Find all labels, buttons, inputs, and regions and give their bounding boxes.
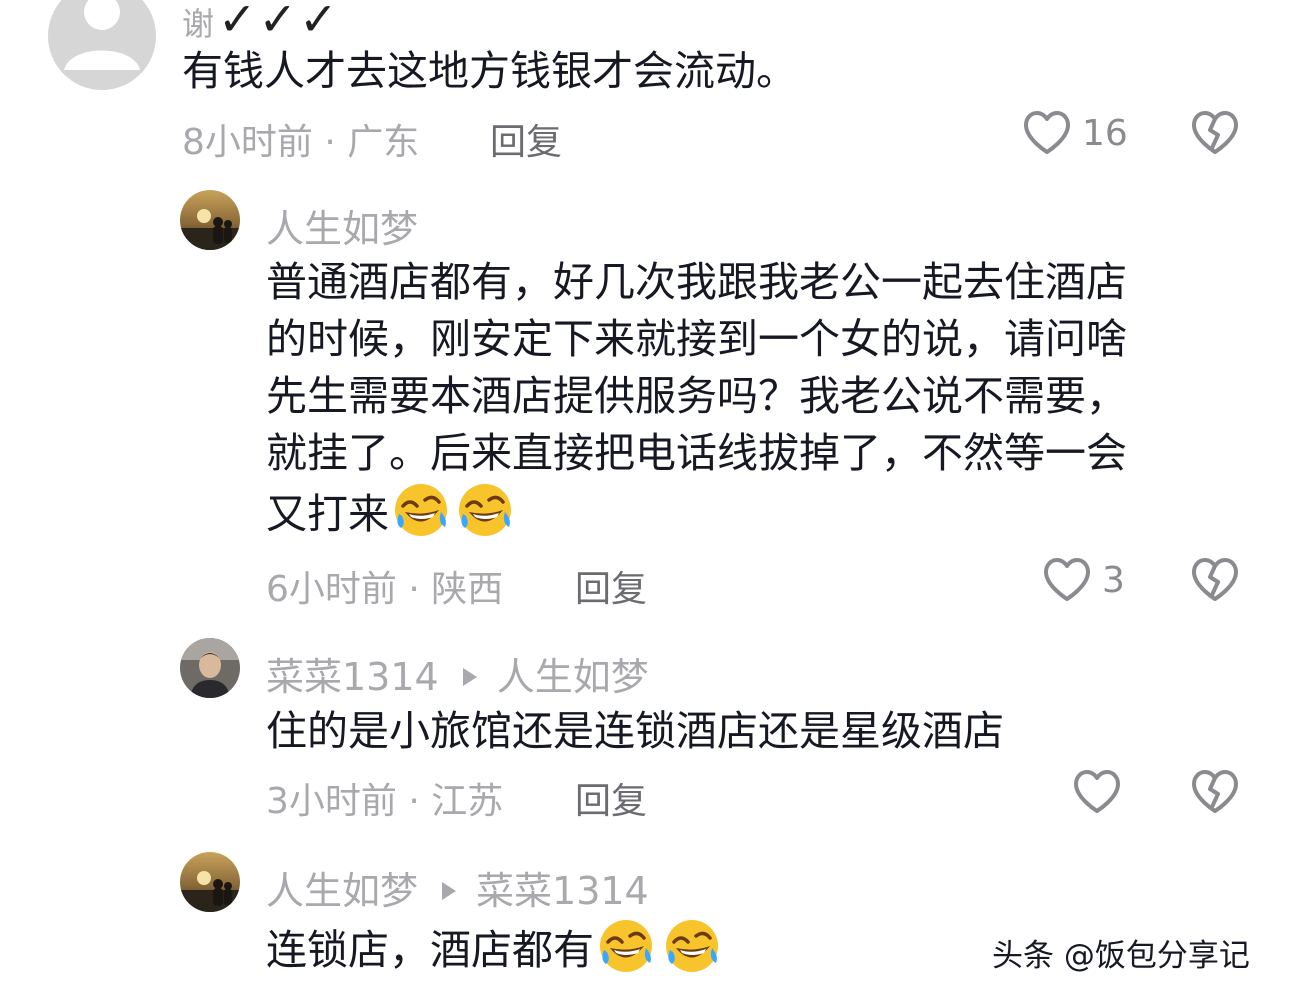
comment-line: 就挂了。后来直接把电话线拔掉了，不然等一会: [266, 429, 1127, 477]
comment-line: 普通酒店都有，好几次我跟我老公一起去住酒店: [266, 258, 1127, 306]
avatar[interactable]: [180, 852, 240, 912]
comment-text: 有钱人才去这地方钱银才会流动。: [182, 47, 797, 95]
heart-icon: [1024, 111, 1070, 154]
heart-icon: [1044, 558, 1090, 601]
rofl-emoji: [600, 920, 652, 972]
like-button[interactable]: 16: [1022, 110, 1128, 156]
reply-button[interactable]: 回复: [575, 772, 647, 824]
reply-button[interactable]: 回复: [490, 113, 562, 165]
default-avatar-icon: [48, 0, 156, 90]
comment-2: 人生如梦 普通酒店都有，好几次我跟我老公一起去住酒店 的时候，刚安定下来就接到一…: [0, 188, 1290, 610]
rofl-emoji: [459, 484, 511, 536]
comment-line: 先生需要本酒店提供服务吗？我老公说不需要，: [266, 372, 1127, 420]
username[interactable]: 菜菜1314 人生如梦: [266, 646, 649, 701]
rofl-emoji: [666, 920, 718, 972]
username[interactable]: 人生如梦 菜菜1314: [266, 860, 649, 915]
avatar[interactable]: [180, 638, 240, 698]
reply-arrow-icon: [442, 881, 457, 900]
dislike-button[interactable]: [1190, 557, 1240, 603]
comment-line: 又打来: [266, 482, 1127, 543]
comment-text: 住的是小旅馆还是连锁酒店还是星级酒店: [266, 707, 1004, 755]
like-count: 3: [1102, 559, 1125, 601]
broken-heart-icon: [1192, 111, 1238, 154]
watermark: 头条 @饭包分享记: [992, 938, 1250, 974]
like-count: 16: [1082, 112, 1128, 154]
username[interactable]: 谢✓✓✓: [182, 0, 340, 46]
sunset-couple-avatar-icon: [180, 852, 240, 912]
broken-heart-icon: [1192, 770, 1238, 813]
comment-meta: 8小时前 · 广东: [182, 122, 420, 163]
avatar[interactable]: [180, 190, 240, 250]
reply-button[interactable]: 回复: [575, 560, 647, 612]
sunset-couple-avatar-icon: [180, 190, 240, 250]
comment-3: 菜菜1314 人生如梦 住的是小旅馆还是连锁酒店还是星级酒店 3小时前 · 江苏 …: [0, 636, 1290, 836]
reply-arrow-icon: [462, 667, 477, 686]
comment-meta: 6小时前 · 陕西: [266, 569, 504, 610]
broken-heart-icon: [1192, 558, 1238, 601]
dislike-button[interactable]: [1190, 110, 1240, 156]
heart-icon: [1074, 770, 1120, 813]
comment-text: 连锁店，酒店都有: [266, 918, 720, 979]
avatar[interactable]: [48, 0, 156, 90]
username[interactable]: 人生如梦: [266, 198, 418, 253]
reply-to-username[interactable]: 菜菜1314: [476, 869, 649, 913]
comment-1: 谢✓✓✓ 有钱人才去这地方钱银才会流动。 8小时前 · 广东 回复 16: [0, 0, 1290, 170]
like-button[interactable]: 3: [1042, 557, 1125, 603]
comment-meta: 3小时前 · 江苏: [266, 781, 504, 822]
like-button[interactable]: [1072, 769, 1122, 815]
user-photo-avatar-icon: [180, 638, 240, 698]
comment-line: 的时候，刚安定下来就接到一个女的说，请问啥: [266, 315, 1127, 363]
dislike-button[interactable]: [1190, 769, 1240, 815]
rofl-emoji: [395, 484, 447, 536]
reply-to-username[interactable]: 人生如梦: [497, 655, 649, 699]
comment-text: 普通酒店都有，好几次我跟我老公一起去住酒店 的时候，刚安定下来就接到一个女的说，…: [266, 254, 1127, 543]
